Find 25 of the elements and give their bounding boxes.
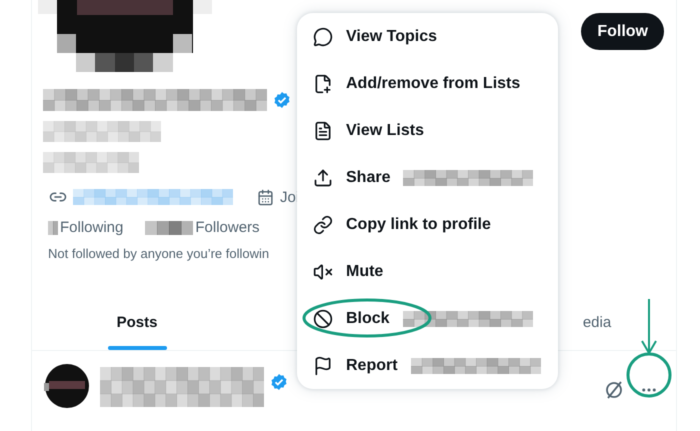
profile-tab[interactable]: Posts — [32, 295, 242, 350]
menu-item[interactable]: Share — [297, 154, 558, 201]
following-count[interactable]: Following — [60, 219, 124, 236]
menu-item[interactable]: View Topics — [297, 13, 558, 60]
share-icon — [313, 168, 333, 188]
menu-item[interactable]: View Lists — [297, 107, 558, 154]
followers-count[interactable]: Followers — [195, 219, 260, 236]
list-icon — [313, 120, 333, 140]
menu-item[interactable]: Block — [297, 295, 558, 342]
follow-button[interactable]: Follow — [581, 13, 664, 50]
menu-item[interactable]: Report — [297, 342, 558, 389]
menu-item[interactable]: Mute — [297, 248, 558, 295]
slashed-circle-icon[interactable] — [604, 380, 624, 400]
followed-by-text: Not followed by anyone you’re followin — [48, 246, 270, 261]
mute-icon — [313, 262, 333, 282]
redacted-count — [145, 220, 194, 234]
flag-icon — [313, 356, 333, 376]
menu-item[interactable]: Copy link to profile — [297, 201, 558, 248]
block-icon — [313, 308, 333, 328]
redacted-count — [48, 220, 58, 234]
menu-item[interactable]: Add/remove from Lists — [297, 60, 558, 107]
speech-bubble-icon — [313, 26, 333, 46]
list-add-icon — [313, 74, 333, 94]
calendar-icon — [257, 188, 274, 206]
link-icon — [313, 214, 333, 234]
